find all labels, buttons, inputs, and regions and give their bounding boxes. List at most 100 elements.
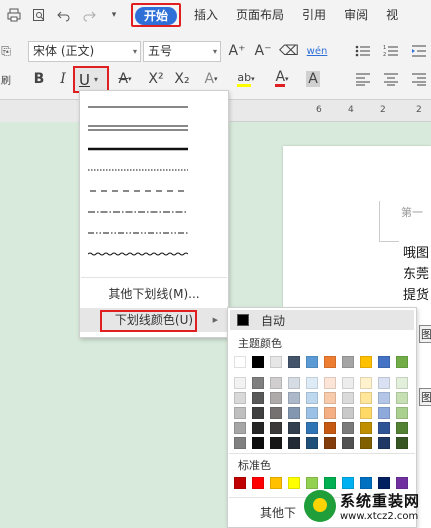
theme-shade-swatch[interactable] bbox=[306, 407, 318, 419]
theme-shade-swatch[interactable] bbox=[360, 437, 372, 449]
theme-shade-swatch[interactable] bbox=[396, 407, 408, 419]
underline-button[interactable]: U ▾ bbox=[73, 66, 109, 93]
grow-font-icon[interactable]: A⁺ bbox=[226, 40, 248, 62]
subscript-button[interactable]: X₂ bbox=[171, 68, 193, 90]
theme-shade-swatch[interactable] bbox=[378, 392, 390, 404]
theme-shade-swatch[interactable] bbox=[342, 377, 354, 389]
print-preview-icon[interactable] bbox=[28, 4, 50, 26]
highlight-button[interactable]: ab ▾ bbox=[232, 68, 260, 90]
theme-shade-swatch[interactable] bbox=[360, 407, 372, 419]
theme-color-swatch[interactable] bbox=[234, 356, 246, 368]
tab-home[interactable]: 开始 bbox=[131, 3, 182, 27]
font-size-select[interactable]: 五号 ▾ bbox=[143, 41, 221, 62]
align-left-icon[interactable] bbox=[352, 68, 374, 90]
font-color-button[interactable]: A ▾ bbox=[268, 68, 296, 90]
underline-style-single[interactable] bbox=[88, 97, 188, 117]
theme-color-swatch[interactable] bbox=[252, 356, 264, 368]
theme-shade-swatch[interactable] bbox=[234, 377, 246, 389]
align-center-icon[interactable] bbox=[380, 68, 402, 90]
theme-shade-swatch[interactable] bbox=[342, 392, 354, 404]
theme-shade-swatch[interactable] bbox=[324, 377, 336, 389]
phonetic-guide-icon[interactable]: wén bbox=[306, 40, 328, 62]
numbered-list-icon[interactable]: 12 bbox=[380, 40, 402, 62]
theme-shade-swatch[interactable] bbox=[306, 422, 318, 434]
theme-color-swatch[interactable] bbox=[288, 356, 300, 368]
theme-shade-swatch[interactable] bbox=[378, 377, 390, 389]
theme-shade-swatch[interactable] bbox=[360, 422, 372, 434]
theme-color-swatch[interactable] bbox=[396, 356, 408, 368]
theme-shade-swatch[interactable] bbox=[234, 437, 246, 449]
tab-references[interactable]: 引用 bbox=[293, 0, 335, 30]
tab-review[interactable]: 审阅 bbox=[335, 0, 377, 30]
theme-color-swatch[interactable] bbox=[324, 356, 336, 368]
theme-shade-swatch[interactable] bbox=[378, 407, 390, 419]
theme-shade-swatch[interactable] bbox=[396, 377, 408, 389]
theme-shade-swatch[interactable] bbox=[252, 377, 264, 389]
char-shading-button[interactable]: A bbox=[302, 68, 324, 90]
text-effect-button[interactable]: A ▾ bbox=[200, 68, 222, 90]
bullet-list-icon[interactable] bbox=[352, 40, 374, 62]
tab-insert[interactable]: 插入 bbox=[185, 0, 227, 30]
theme-color-swatch[interactable] bbox=[378, 356, 390, 368]
theme-shade-swatch[interactable] bbox=[252, 437, 264, 449]
theme-shade-swatch[interactable] bbox=[252, 407, 264, 419]
clear-format-icon[interactable]: ⌫ bbox=[278, 40, 300, 62]
strikethrough-button[interactable]: A ▾ bbox=[114, 68, 136, 90]
theme-shade-swatch[interactable] bbox=[324, 437, 336, 449]
tab-page-layout[interactable]: 页面布局 bbox=[227, 0, 293, 30]
underline-style-dash-dot-dot[interactable] bbox=[88, 223, 188, 243]
format-painter-icon[interactable]: ⎘ bbox=[0, 40, 12, 62]
theme-shade-swatch[interactable] bbox=[324, 392, 336, 404]
theme-shade-swatch[interactable] bbox=[360, 377, 372, 389]
theme-color-swatch[interactable] bbox=[270, 356, 282, 368]
superscript-button[interactable]: X² bbox=[145, 68, 167, 90]
theme-shade-swatch[interactable] bbox=[288, 377, 300, 389]
underline-style-dashed[interactable] bbox=[88, 181, 188, 201]
theme-shade-swatch[interactable] bbox=[342, 422, 354, 434]
redo-icon[interactable] bbox=[78, 4, 100, 26]
theme-shade-swatch[interactable] bbox=[306, 437, 318, 449]
theme-color-swatch[interactable] bbox=[306, 356, 318, 368]
standard-color-swatch[interactable] bbox=[234, 477, 246, 489]
theme-shade-swatch[interactable] bbox=[234, 422, 246, 434]
theme-shade-swatch[interactable] bbox=[288, 422, 300, 434]
theme-shade-swatch[interactable] bbox=[270, 422, 282, 434]
tab-view[interactable]: 视 bbox=[377, 0, 407, 30]
theme-shade-swatch[interactable] bbox=[396, 392, 408, 404]
underline-style-wave[interactable] bbox=[88, 244, 188, 264]
other-underlines-item[interactable]: 其他下划线(M)... bbox=[80, 282, 228, 306]
theme-shade-swatch[interactable] bbox=[342, 407, 354, 419]
dropdown-icon[interactable]: ▾ bbox=[103, 4, 125, 26]
image-placeholder[interactable]: 图 bbox=[419, 388, 431, 406]
theme-shade-swatch[interactable] bbox=[234, 407, 246, 419]
theme-shade-swatch[interactable] bbox=[396, 437, 408, 449]
theme-shade-swatch[interactable] bbox=[252, 422, 264, 434]
underline-style-dash-dot[interactable] bbox=[88, 202, 188, 222]
italic-button[interactable]: I bbox=[52, 68, 74, 90]
horizontal-ruler[interactable]: 6 4 2 2 bbox=[230, 100, 431, 122]
theme-shade-swatch[interactable] bbox=[324, 407, 336, 419]
theme-shade-swatch[interactable] bbox=[270, 377, 282, 389]
underline-style-dotted[interactable] bbox=[88, 160, 188, 180]
theme-shade-swatch[interactable] bbox=[252, 392, 264, 404]
font-name-select[interactable]: 宋体 (正文) ▾ bbox=[28, 41, 141, 62]
theme-shade-swatch[interactable] bbox=[342, 437, 354, 449]
theme-color-swatch[interactable] bbox=[360, 356, 372, 368]
align-right-icon[interactable] bbox=[408, 68, 430, 90]
theme-shade-swatch[interactable] bbox=[270, 392, 282, 404]
theme-shade-swatch[interactable] bbox=[288, 392, 300, 404]
theme-shade-swatch[interactable] bbox=[324, 422, 336, 434]
theme-shade-swatch[interactable] bbox=[378, 437, 390, 449]
bold-button[interactable]: B bbox=[28, 68, 50, 90]
theme-shade-swatch[interactable] bbox=[378, 422, 390, 434]
shrink-font-icon[interactable]: A⁻ bbox=[252, 40, 274, 62]
undo-icon[interactable] bbox=[53, 4, 75, 26]
theme-shade-swatch[interactable] bbox=[288, 407, 300, 419]
theme-shade-swatch[interactable] bbox=[360, 392, 372, 404]
standard-color-swatch[interactable] bbox=[270, 477, 282, 489]
theme-shade-swatch[interactable] bbox=[396, 422, 408, 434]
auto-color-item[interactable]: 自动 bbox=[230, 310, 414, 330]
theme-shade-swatch[interactable] bbox=[270, 407, 282, 419]
theme-shade-swatch[interactable] bbox=[234, 392, 246, 404]
indent-icon[interactable] bbox=[408, 40, 430, 62]
